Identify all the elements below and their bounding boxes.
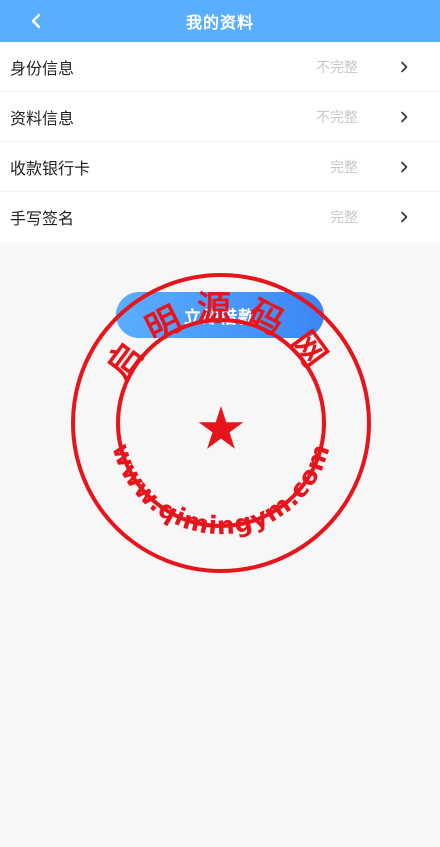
- row-profile-info[interactable]: 资料信息 不完整: [0, 92, 440, 142]
- back-button[interactable]: [24, 0, 48, 42]
- row-status: 不完整: [316, 109, 358, 126]
- stamp-bottom-text: www.qimingym.com: [106, 440, 336, 541]
- chevron-right-icon: [398, 211, 410, 223]
- row-status: 完整: [330, 159, 358, 176]
- stamp-inner-ring: [116, 318, 326, 528]
- chevron-right-icon: [398, 111, 410, 123]
- apply-loan-button[interactable]: 立即借款: [116, 292, 324, 338]
- profile-list: 身份信息 不完整 资料信息 不完整 收款银行卡 完整 手写签名 完整: [0, 42, 440, 242]
- row-label: 手写签名: [10, 209, 75, 228]
- row-status: 完整: [330, 210, 358, 226]
- row-label: 收款银行卡: [10, 158, 91, 178]
- star-icon: [198, 406, 244, 449]
- app-header: 我的资料: [0, 0, 440, 42]
- page-title: 我的资料: [185, 13, 254, 32]
- chevron-right-icon: [398, 61, 410, 73]
- row-status: 不完整: [316, 59, 358, 76]
- row-bank-card[interactable]: 收款银行卡 完整: [0, 142, 440, 192]
- chevron-left-icon: [31, 13, 41, 29]
- chevron-right-icon: [398, 161, 410, 173]
- row-identity-info[interactable]: 身份信息 不完整: [0, 42, 440, 92]
- row-label: 资料信息: [10, 108, 75, 128]
- row-label: 身份信息: [10, 58, 75, 78]
- row-signature[interactable]: 手写签名 完整: [0, 192, 440, 242]
